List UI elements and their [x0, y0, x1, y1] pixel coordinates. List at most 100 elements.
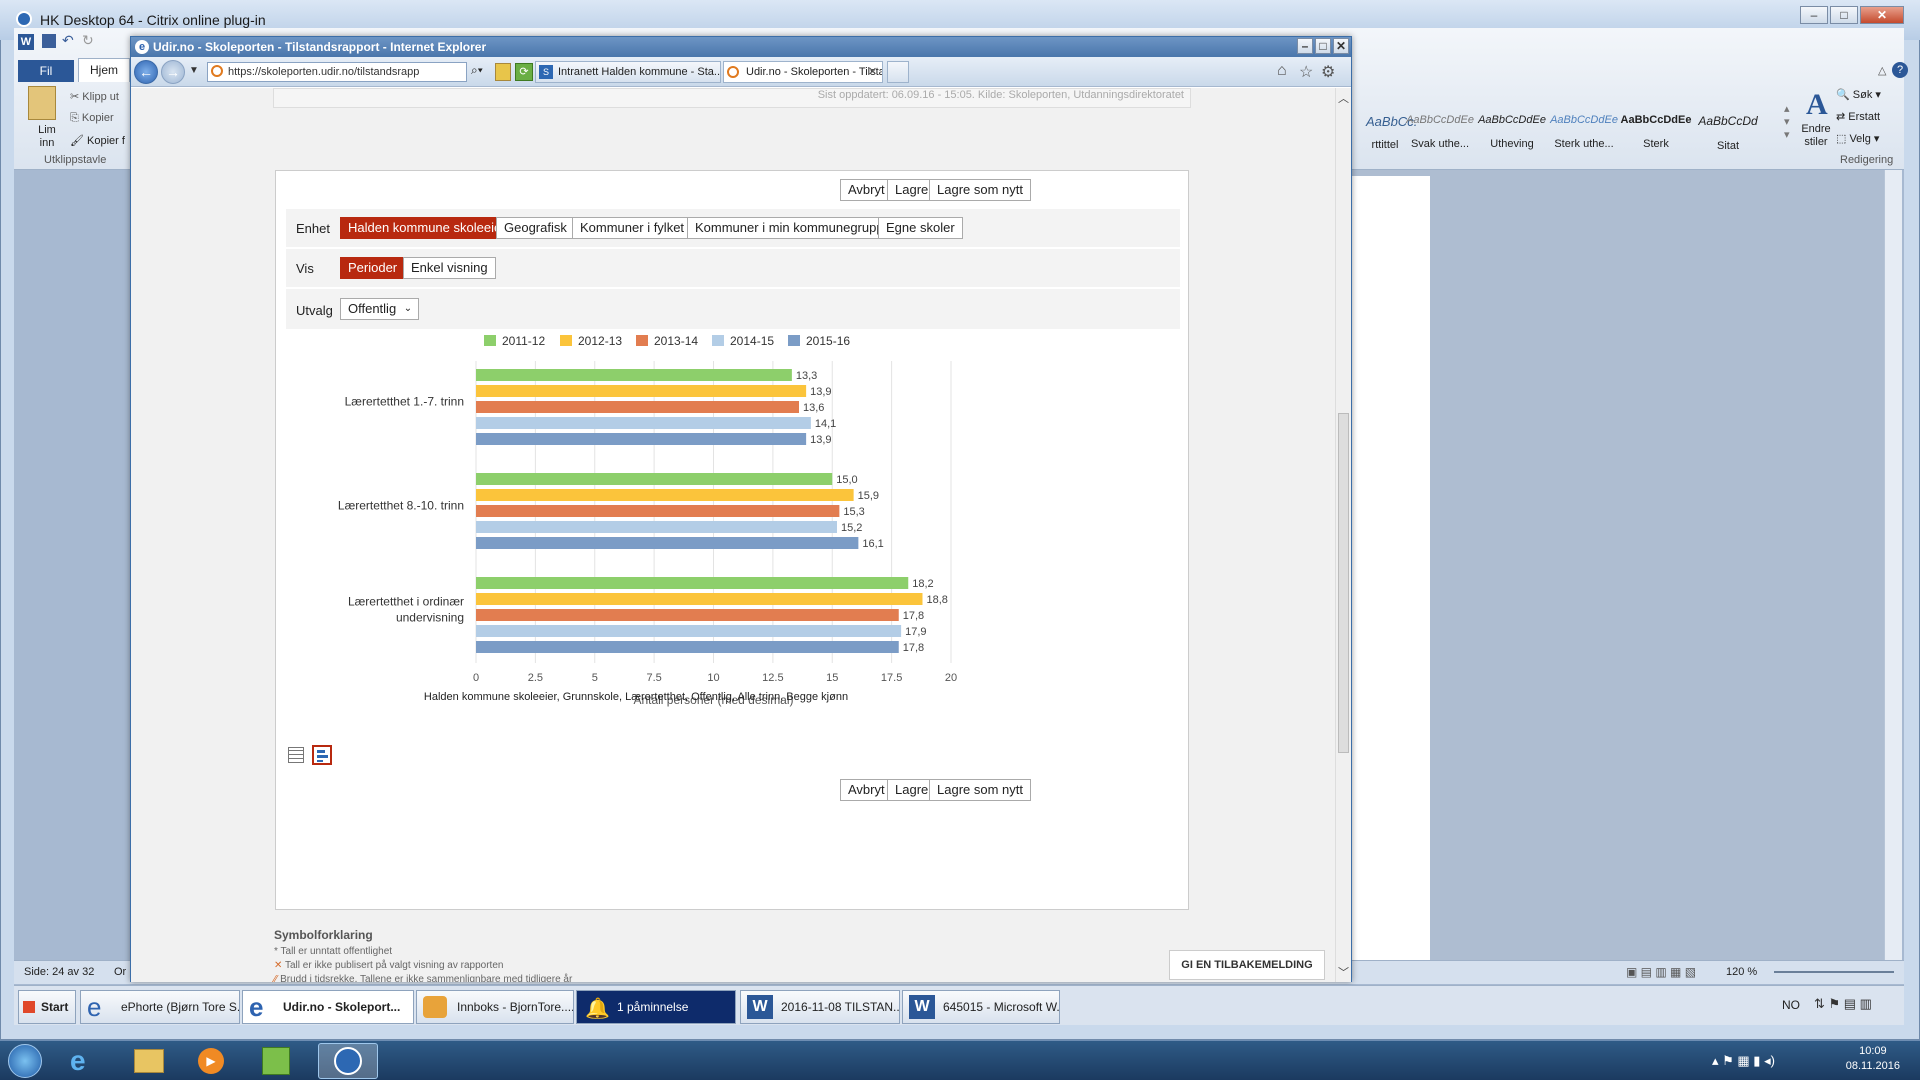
table-view-icon[interactable]: [288, 747, 304, 763]
ribbon-min-icon[interactable]: △: [1878, 64, 1886, 77]
gallery-scroll-icon[interactable]: ▴ ▾ ▾: [1784, 102, 1790, 141]
ie-pinned-icon[interactable]: e: [70, 1047, 86, 1075]
language-indicator[interactable]: NO: [1782, 998, 1800, 1012]
taskbar-item-udir[interactable]: e Udir.no - Skoleport...: [242, 990, 414, 1024]
media-player-icon[interactable]: ▶: [198, 1048, 224, 1074]
style-tile[interactable]: AaBbCcDdEe Svak uthe...: [1404, 100, 1476, 172]
address-bar[interactable]: https://skoleporten.udir.no/tilstandsrap…: [207, 62, 467, 82]
style-tile[interactable]: AaBbCcDdEe Sterk uthe...: [1548, 100, 1620, 172]
enhet-option-geografisk[interactable]: Geografisk: [496, 217, 575, 239]
maximize-button[interactable]: □: [1830, 6, 1858, 24]
systray-icons[interactable]: ▴ ⚑ ▦ ▮ ◂): [1712, 1053, 1775, 1069]
view-buttons[interactable]: ▣ ▤ ▥ ▦ ▧: [1626, 965, 1696, 979]
word-scrollbar[interactable]: [1884, 170, 1902, 970]
start-button[interactable]: Start: [18, 990, 76, 1024]
x-tick-label: 10: [707, 672, 719, 684]
chart-view-icon[interactable]: [312, 745, 332, 765]
taskbar-item-word2[interactable]: W 645015 - Microsoft W...: [902, 990, 1060, 1024]
tab-udir[interactable]: Udir.no - Skoleporten - Tilsta...: [723, 61, 883, 83]
symbol-legend: Symbolforklaring * Tall er unntatt offen…: [274, 928, 774, 982]
redo-icon[interactable]: ↻: [82, 32, 94, 49]
close-button[interactable]: ✕: [1860, 6, 1904, 24]
forward-icon[interactable]: →: [161, 60, 185, 84]
enhet-option-fylket[interactable]: Kommuner i fylket: [572, 217, 693, 239]
enhet-option-egne-skoler[interactable]: Egne skoler: [878, 217, 963, 239]
replace-button[interactable]: ⇄ Erstatt: [1836, 110, 1880, 123]
cancel-button-top[interactable]: Avbryt: [840, 179, 893, 201]
select-button[interactable]: ⬚ Velg ▾: [1836, 132, 1879, 145]
vis-option-perioder[interactable]: Perioder: [340, 257, 406, 279]
new-tab-button[interactable]: [887, 61, 909, 83]
bar: [476, 609, 899, 621]
scroll-down-icon[interactable]: ﹀: [1338, 964, 1349, 980]
vis-option-enkel[interactable]: Enkel visning: [403, 257, 496, 279]
home-tab[interactable]: Hjem: [78, 58, 130, 82]
taskbar-item-reminder[interactable]: 🔔 1 påminnelse: [576, 990, 736, 1024]
zoom-level[interactable]: 120 %: [1726, 966, 1757, 978]
style-tile[interactable]: AaBbCcDdEe Sterk: [1620, 100, 1692, 172]
status-page[interactable]: Side: 24 av 32: [24, 966, 94, 978]
ie-scrollbar[interactable]: ︿ ﹀: [1335, 88, 1351, 982]
feedback-button[interactable]: GI EN TILBAKEMELDING: [1169, 950, 1325, 980]
paste-icon[interactable]: [28, 86, 56, 120]
bar-chart: 2011-12 2012-13 2013-14 2014-15 2015-16 0 2.5 5…: [338, 334, 957, 707]
clock[interactable]: 10:09 08.11.2016: [1846, 1044, 1900, 1074]
undo-icon[interactable]: ↶: [62, 32, 74, 49]
update-info: Sist oppdatert: 06.09.16 - 15:05. Kilde:…: [273, 88, 1191, 108]
lock-icon[interactable]: [495, 63, 511, 81]
scroll-thumb[interactable]: [1338, 413, 1349, 753]
taskbar-item-inbox[interactable]: Innboks - BjornTore....: [416, 990, 574, 1024]
chart-footnote: Halden kommune skoleeier, Grunnskole, Læ…: [423, 691, 849, 703]
style-tile[interactable]: AaBbCc. rttittel: [1366, 100, 1417, 172]
tab-intranett[interactable]: Intranett Halden kommune - Sta...: [535, 61, 721, 83]
change-styles-button[interactable]: Endre stiler: [1798, 123, 1834, 149]
network-app-icon[interactable]: [262, 1047, 290, 1075]
settings-gear-icon[interactable]: ⚙: [1321, 62, 1335, 82]
tray-icons[interactable]: ⇅ ⚑ ▤ ▥: [1814, 996, 1872, 1012]
cancel-button-bottom[interactable]: Avbryt: [840, 779, 893, 801]
enhet-option-kommunegruppe[interactable]: Kommuner i min kommunegruppe: [687, 217, 899, 239]
change-styles-icon[interactable]: A: [1806, 88, 1828, 122]
enhet-option-skoleeier[interactable]: Halden kommune skoleeier: [340, 217, 514, 239]
format-painter-button[interactable]: 🖌 Kopier f: [70, 134, 125, 147]
search-addr-icon[interactable]: ⌕▾: [471, 63, 483, 78]
ie-maximize-button[interactable]: □: [1315, 38, 1331, 54]
category-label: undervisning: [396, 611, 464, 625]
outlook-icon: [423, 996, 447, 1018]
help-icon[interactable]: ?: [1892, 62, 1908, 78]
back-icon[interactable]: ←: [134, 60, 158, 84]
save-new-button-top[interactable]: Lagre som nytt: [929, 179, 1031, 201]
paste-button[interactable]: Lim inn: [32, 124, 62, 150]
refresh-icon[interactable]: ⟳: [515, 63, 533, 81]
style-tile[interactable]: AaBbCcDd Sitat: [1692, 100, 1764, 172]
explorer-icon[interactable]: [134, 1049, 164, 1073]
home-icon[interactable]: ⌂: [1277, 62, 1287, 80]
ie-close-button[interactable]: ✕: [1333, 38, 1349, 54]
data-label: 13,9: [810, 386, 831, 398]
search-button[interactable]: 🔍 Søk ▾: [1836, 88, 1881, 101]
cut-button[interactable]: ✂ Klipp ut: [70, 90, 119, 103]
styles-gallery[interactable]: AaBbCc. rttittel AaBbCcDdEe Svak uthe... A…: [1366, 100, 1776, 172]
minimize-button[interactable]: –: [1800, 6, 1828, 24]
data-label: 17,9: [905, 626, 926, 638]
save-icon[interactable]: [42, 34, 56, 48]
favorites-icon[interactable]: ☆: [1299, 62, 1313, 82]
clock-time: 10:09: [1859, 1045, 1887, 1057]
taskbar-item-word1[interactable]: W 2016-11-08 TILSTAN...: [740, 990, 900, 1024]
scroll-up-icon[interactable]: ︿: [1338, 90, 1349, 106]
citrix-taskbar-button[interactable]: [318, 1043, 378, 1079]
zoom-slider[interactable]: [1774, 971, 1894, 973]
ie-minimize-button[interactable]: –: [1297, 38, 1313, 54]
copy-button[interactable]: ⎘ Kopier: [70, 112, 114, 125]
utvalg-select[interactable]: Offentlig ⌄: [340, 298, 420, 320]
style-tile[interactable]: AaBbCcDdEe Utheving: [1476, 100, 1548, 172]
history-dropdown-icon[interactable]: ▼: [189, 65, 199, 76]
file-tab[interactable]: Fil: [18, 60, 74, 82]
save-new-button-bottom[interactable]: Lagre som nytt: [929, 779, 1031, 801]
legend-swatch: [636, 335, 648, 346]
document-page[interactable]: [1352, 176, 1430, 962]
windows-start-orb[interactable]: [8, 1044, 42, 1078]
windows-taskbar: e ▶ ▴ ⚑ ▦ ▮ ◂): [0, 1040, 1920, 1080]
tab-close-icon[interactable]: ✕: [868, 65, 877, 78]
taskbar-item-ephorte[interactable]: e ePhorte (Bjørn Tore S...: [80, 990, 240, 1024]
